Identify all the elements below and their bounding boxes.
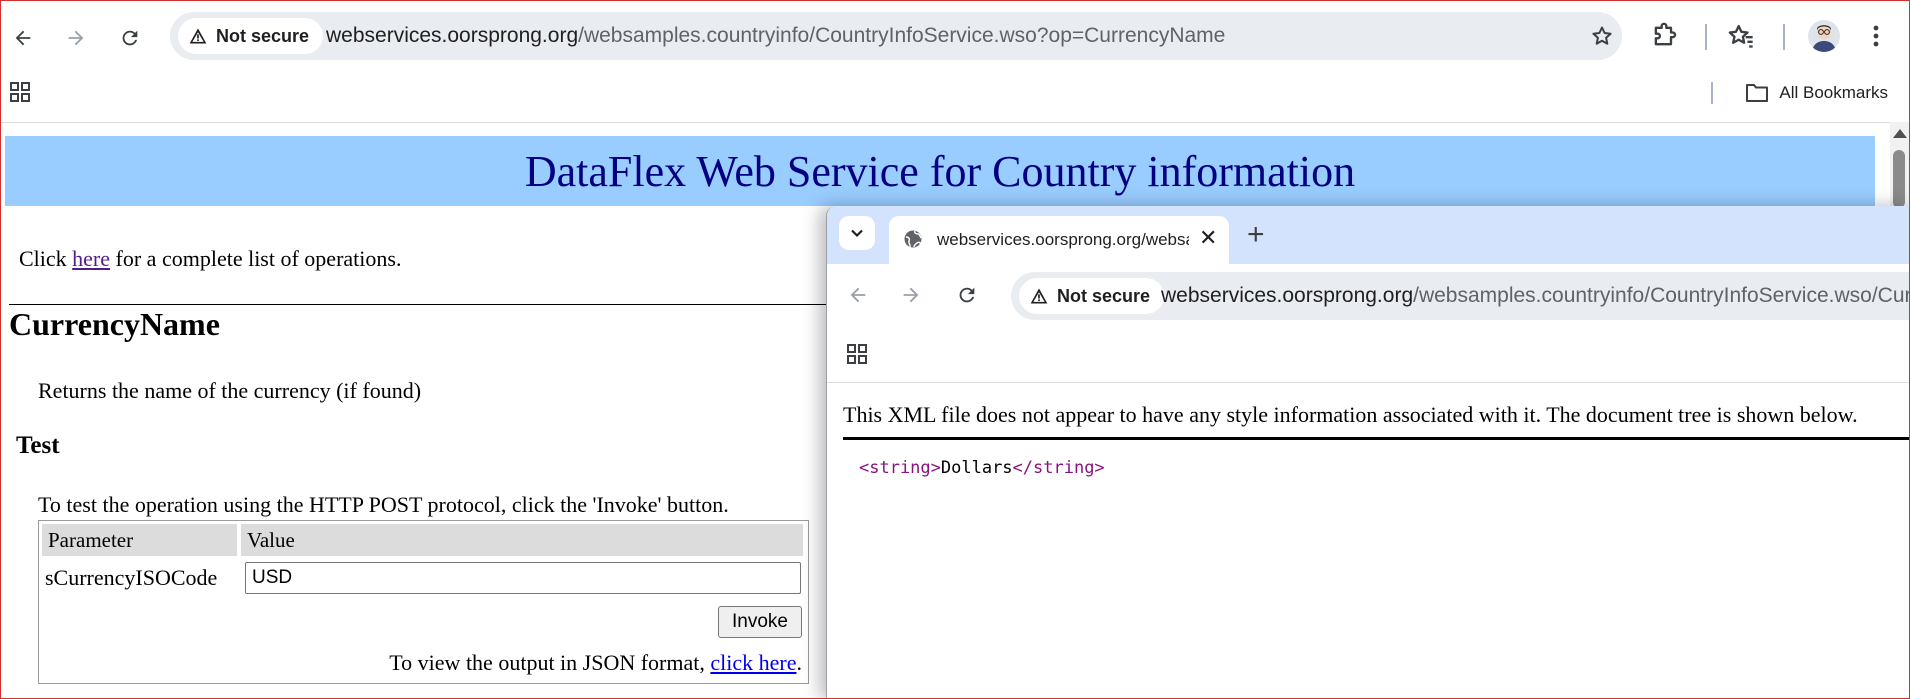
all-bookmarks-button[interactable]: All Bookmarks: [1745, 82, 1888, 104]
popup-security-chip[interactable]: Not secure: [1019, 278, 1165, 314]
url-text[interactable]: webservices.oorsprong.org/websamples.cou…: [326, 24, 1225, 48]
json-output-link[interactable]: click here: [710, 650, 796, 675]
test-heading: Test: [16, 432, 60, 459]
xml-notice-rule: [843, 437, 1910, 440]
operations-list-link[interactable]: here: [72, 246, 110, 271]
back-arrow-icon: [15, 30, 31, 46]
popup-tab-title: webservices.oorsprong.org/websamples.cou…: [937, 230, 1189, 249]
forward-arrow-icon[interactable]: [900, 284, 922, 306]
toolbar-divider: [1783, 24, 1785, 50]
security-label: Not secure: [216, 25, 310, 46]
invoke-button[interactable]: Invoke: [718, 606, 802, 638]
parameter-table: Parameter Value sCurrencyISOCode Invoke …: [38, 520, 809, 684]
tab-search-button[interactable]: [839, 216, 875, 250]
scrollbar-thumb[interactable]: [1893, 150, 1905, 208]
popup-bookmarks-bar: [827, 326, 1910, 383]
forward-arrow-icon: [68, 30, 84, 46]
json-output-text: To view the output in JSON format, click…: [389, 650, 802, 676]
xml-style-notice: This XML file does not appear to have an…: [843, 402, 1858, 427]
new-tab-icon[interactable]: +: [1247, 220, 1265, 250]
popup-tab-strip: webservices.oorsprong.org/websamples.cou…: [827, 206, 1910, 264]
bookmarks-divider: [1711, 82, 1713, 104]
menu-kebab-icon[interactable]: [1864, 22, 1888, 50]
back-arrow-icon[interactable]: [847, 284, 869, 306]
xml-close-tag: </string>: [1012, 458, 1105, 478]
popup-url-host: webservices.oorsprong.org: [1161, 284, 1414, 307]
reload-icon[interactable]: [956, 284, 978, 306]
bookmarks-bar: All Bookmarks: [0, 74, 1910, 123]
address-bar[interactable]: Not secure webservices.oorsprong.org/web…: [170, 12, 1622, 60]
page-title: DataFlex Web Service for Country informa…: [524, 146, 1356, 196]
intro-prefix: Click: [19, 246, 73, 271]
json-prefix: To view the output in JSON format,: [389, 650, 711, 675]
bookmark-star-icon[interactable]: [1590, 24, 1614, 48]
chevron-down-icon: [851, 229, 863, 238]
warning-triangle-icon: [189, 28, 207, 44]
intro-suffix: for a complete list of operations.: [110, 246, 402, 271]
extensions-puzzle-icon[interactable]: [1650, 22, 1678, 50]
reload-button[interactable]: [110, 18, 150, 58]
bookmarks-list-star-icon[interactable]: [1727, 22, 1755, 50]
toolbar-divider: [1705, 24, 1707, 50]
popup-security-label: Not secure: [1057, 285, 1151, 306]
profile-avatar[interactable]: [1808, 20, 1840, 52]
page-header-banner: DataFlex Web Service for Country informa…: [5, 136, 1875, 206]
url-host: webservices.oorsprong.org: [326, 24, 579, 47]
popup-active-tab[interactable]: webservices.oorsprong.org/websamples.cou…: [889, 216, 1229, 264]
back-button[interactable]: [3, 18, 43, 58]
security-chip[interactable]: Not secure: [178, 18, 324, 54]
url-path: /websamples.countryinfo/CountryInfoServi…: [578, 24, 1226, 47]
popup-browser-window: webservices.oorsprong.org/websamples.cou…: [826, 206, 1910, 699]
person-avatar-icon: [1812, 25, 1836, 52]
apps-grid-icon[interactable]: [845, 342, 869, 366]
popup-address-bar[interactable]: Not secure webservices.oorsprong.org/web…: [1011, 272, 1910, 320]
xml-open-tag: <string>: [859, 458, 941, 478]
operation-description: Returns the name of the currency (if fou…: [38, 378, 422, 403]
browser-toolbar: Not secure webservices.oorsprong.org/web…: [0, 0, 1910, 74]
folder-icon: [1746, 84, 1769, 102]
globe-icon: [904, 230, 922, 248]
test-description: To test the operation using the HTTP POS…: [38, 492, 729, 517]
warning-triangle-icon: [1030, 288, 1048, 304]
xml-value: Dollars: [940, 458, 1013, 478]
json-suffix: .: [796, 650, 803, 675]
parameter-name: sCurrencyISOCode: [45, 565, 218, 590]
column-header-parameter: Parameter: [42, 524, 237, 556]
intro-text: Click here for a complete list of operat…: [19, 246, 401, 272]
popup-url-path: /websamples.countryinfo/CountryInfoServi…: [1413, 284, 1910, 307]
popup-url-text[interactable]: webservices.oorsprong.org/websamples.cou…: [1161, 284, 1910, 308]
forward-button[interactable]: [56, 18, 96, 58]
reload-icon: [122, 30, 138, 46]
operation-title: CurrencyName: [9, 306, 220, 342]
xml-document-tree: <string>Dollars</string>: [859, 458, 1105, 478]
close-tab-icon[interactable]: ✕: [1199, 226, 1217, 250]
column-header-value: Value: [241, 524, 803, 556]
currency-iso-code-input[interactable]: [245, 562, 801, 594]
all-bookmarks-label: All Bookmarks: [1779, 83, 1888, 102]
scroll-up-arrow-icon[interactable]: [1893, 129, 1907, 138]
apps-grid-icon[interactable]: [8, 80, 32, 104]
